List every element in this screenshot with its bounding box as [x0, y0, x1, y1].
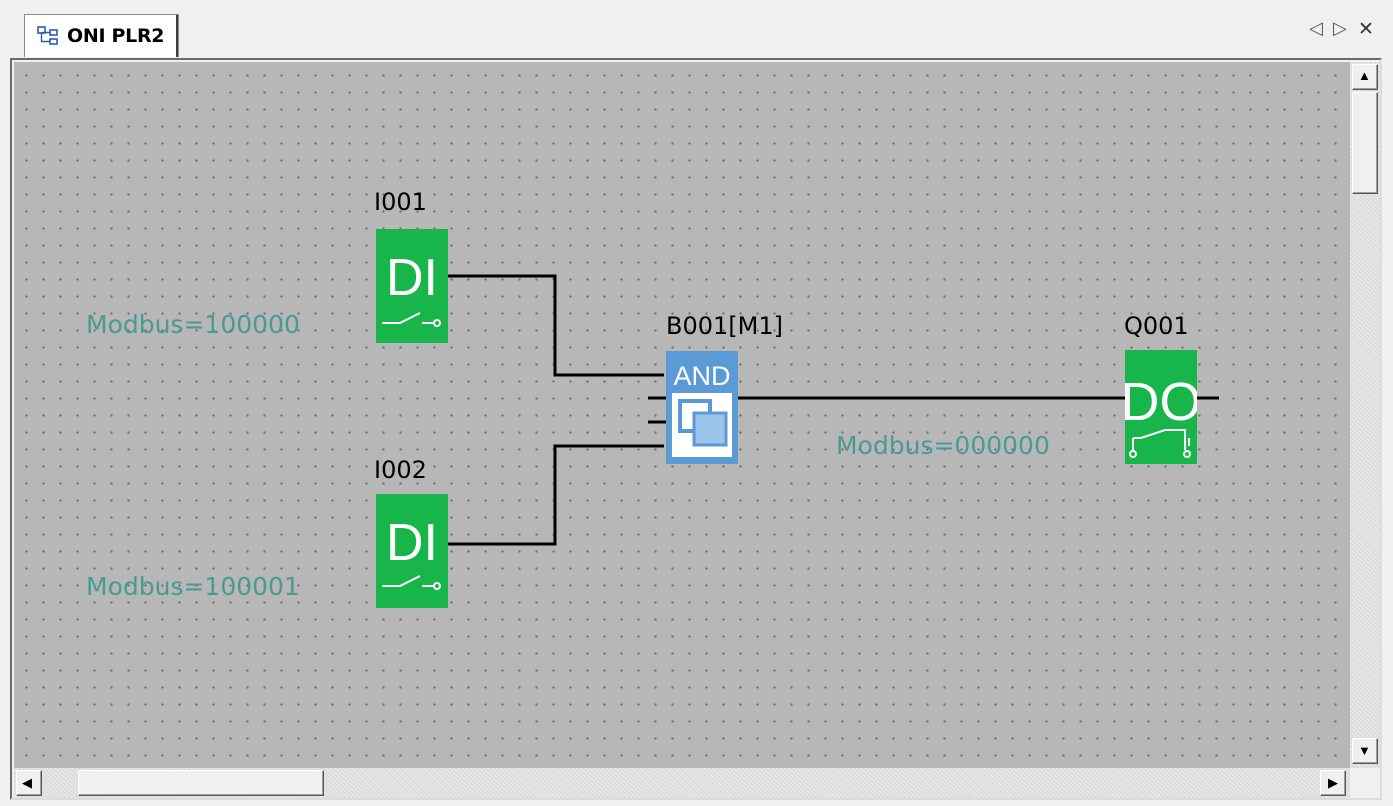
- vertical-scrollbar[interactable]: ▲ ▼: [1350, 62, 1380, 768]
- scroll-tabs-right-icon[interactable]: ▷: [1333, 18, 1347, 39]
- and-logic-block-b001[interactable]: AND: [666, 351, 738, 464]
- close-icon[interactable]: ✕: [1358, 18, 1374, 40]
- block-glyph-b001: AND: [673, 361, 730, 391]
- horizontal-scroll-thumb[interactable]: [78, 770, 324, 796]
- digital-input-block-i001[interactable]: DI: [376, 229, 448, 343]
- wire-i001-to-and: [448, 274, 664, 377]
- block-label-i001: I001: [374, 188, 427, 216]
- modbus-address-q001: Modbus=000000: [836, 431, 1050, 460]
- scroll-down-button[interactable]: ▼: [1352, 738, 1378, 764]
- scrollbar-corner: [1350, 768, 1380, 798]
- scroll-right-button[interactable]: ▶: [1320, 770, 1346, 796]
- modbus-address-i002: Modbus=100001: [86, 572, 300, 601]
- scroll-up-button[interactable]: ▲: [1352, 64, 1378, 90]
- scroll-left-button[interactable]: ◀: [16, 770, 42, 796]
- diagram-canvas[interactable]: I001 Modbus=100000 DI I002 Modbus=100001…: [14, 62, 1350, 768]
- network-diagram-icon: [37, 26, 58, 45]
- document-tab-bar: ONI PLR2 ◁ ▷ ✕: [0, 0, 1393, 60]
- vertical-scroll-thumb[interactable]: [1352, 92, 1378, 194]
- arrow-down-icon: ▼: [1358, 743, 1371, 758]
- horizontal-scrollbar[interactable]: ◀ ▶: [14, 768, 1350, 798]
- block-label-q001: Q001: [1124, 312, 1189, 340]
- digital-input-block-i002[interactable]: DI: [376, 494, 448, 608]
- block-glyph-i001: DI: [386, 249, 438, 307]
- arrow-left-icon: ◀: [22, 775, 32, 790]
- digital-output-block-q001[interactable]: DO: [1125, 350, 1197, 464]
- tab-title: ONI PLR2: [67, 25, 165, 47]
- block-glyph-q001: DO: [1125, 372, 1197, 432]
- arrow-up-icon: ▲: [1358, 68, 1371, 83]
- modbus-address-i001: Modbus=100000: [86, 310, 300, 339]
- tab-oni-plr2[interactable]: ONI PLR2: [24, 14, 179, 57]
- block-label-b001: B001[M1]: [666, 312, 783, 340]
- wire-i002-to-and: [448, 444, 664, 546]
- arrow-right-icon: ▶: [1328, 775, 1338, 790]
- block-glyph-i002: DI: [386, 514, 438, 572]
- block-label-i002: I002: [374, 456, 427, 484]
- scroll-tabs-left-icon[interactable]: ◁: [1309, 18, 1323, 39]
